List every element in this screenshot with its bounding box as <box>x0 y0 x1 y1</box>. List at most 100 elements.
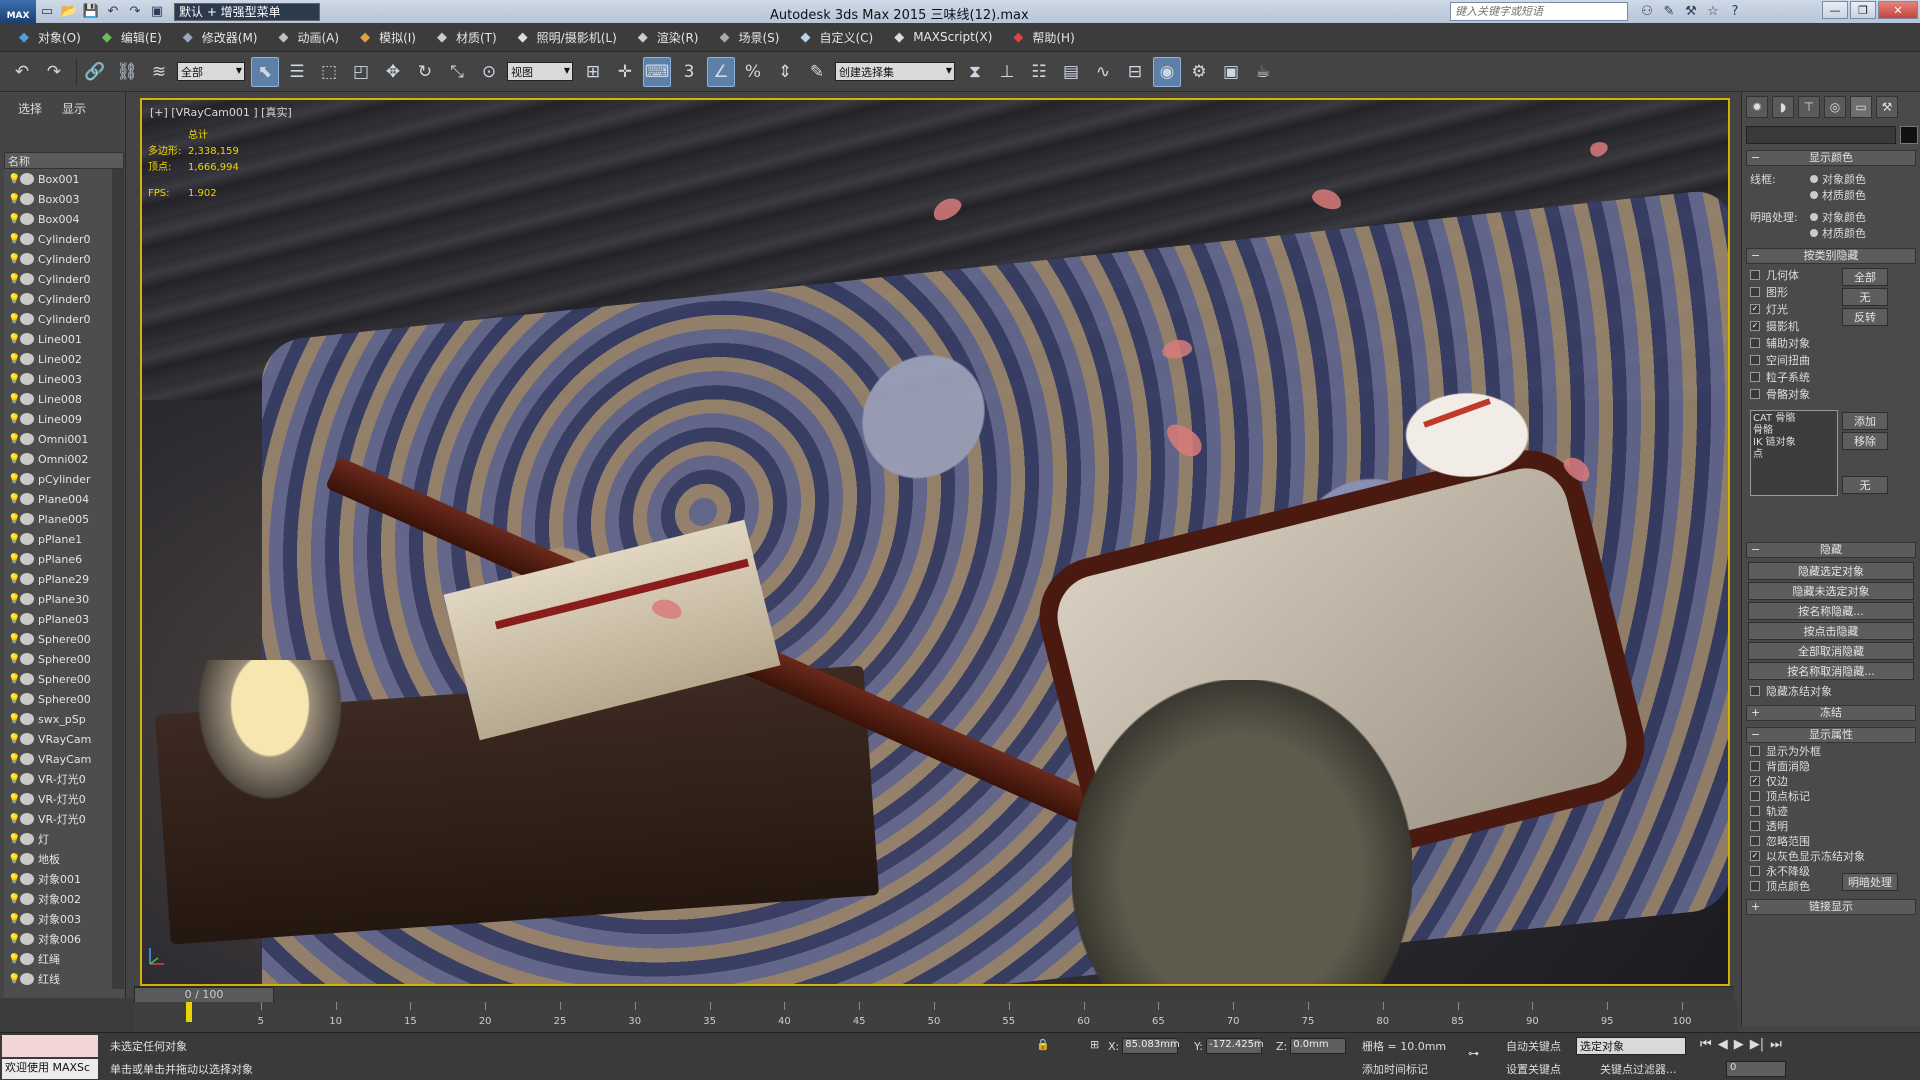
key-selection-dropdown[interactable]: 选定对象 <box>1576 1037 1686 1055</box>
visibility-icon[interactable]: 💡 <box>8 914 20 925</box>
visibility-icon[interactable]: 💡 <box>8 394 20 405</box>
goto-end-icon[interactable]: ⏭ <box>1770 1037 1782 1052</box>
visibility-icon[interactable]: 💡 <box>8 554 20 565</box>
tree-row[interactable]: 💡 VR-灯光0 <box>4 809 124 829</box>
goto-start-icon[interactable]: ⏮ <box>1700 1037 1712 1052</box>
tree-row[interactable]: 💡 Sphere00 <box>4 649 124 669</box>
open-file-icon[interactable]: 📂 <box>58 0 80 23</box>
named-selection-set-dropdown[interactable]: 创建选择集 <box>835 62 955 81</box>
menu-item[interactable]: ◆ 对象(O) <box>14 27 81 47</box>
visibility-icon[interactable]: 💡 <box>8 314 20 325</box>
menu-item[interactable]: ◆ 模拟(I) <box>355 27 416 47</box>
category-checkbox[interactable]: 骨骼对象 <box>1742 385 1920 402</box>
select-and-move-icon[interactable]: ✥ <box>379 57 407 87</box>
tree-row[interactable]: 💡 灯 <box>4 829 124 849</box>
visibility-icon[interactable]: 💡 <box>8 934 20 945</box>
visibility-icon[interactable]: 💡 <box>8 734 20 745</box>
redo-icon[interactable]: ↷ <box>124 0 146 23</box>
none-category-button[interactable]: 无 <box>1842 476 1888 494</box>
workspace-dropdown[interactable]: 默认 + 增强型菜单 <box>174 2 320 21</box>
display-property-checkbox[interactable]: ✓ 以灰色显示冻结对象 <box>1742 848 1920 863</box>
tree-row[interactable]: 💡 Line003 <box>4 369 124 389</box>
visibility-icon[interactable]: 💡 <box>8 594 20 605</box>
tree-row[interactable]: 💡 pPlane03 <box>4 609 124 629</box>
visibility-icon[interactable]: 💡 <box>8 614 20 625</box>
checkbox[interactable] <box>1750 805 1760 816</box>
category-checkbox[interactable]: 辅助对象 <box>1742 334 1920 351</box>
tree-row[interactable]: 💡 Omni001 <box>4 429 124 449</box>
play-icon[interactable]: ▶ <box>1734 1037 1744 1052</box>
add-time-tag-button[interactable]: 添加时间标记 <box>1362 1061 1428 1077</box>
tree-row[interactable]: 💡 Box003 <box>4 189 124 209</box>
visibility-icon[interactable]: 💡 <box>8 354 20 365</box>
checkbox[interactable]: ✓ <box>1750 850 1760 861</box>
visibility-icon[interactable]: 💡 <box>8 814 20 825</box>
tree-row[interactable]: 💡 Box004 <box>4 209 124 229</box>
help-icon[interactable]: ? <box>1724 0 1746 23</box>
display-color-rollout[interactable]: − 显示颜色 <box>1746 150 1916 166</box>
render-production-icon[interactable]: ☕ <box>1249 57 1277 87</box>
tree-row[interactable]: 💡 Line009 <box>4 409 124 429</box>
maximize-button[interactable]: ❐ <box>1850 1 1876 19</box>
set-key-button[interactable]: 设置关键点 <box>1506 1061 1561 1077</box>
tree-row[interactable]: 💡 地板 <box>4 849 124 869</box>
category-checkbox[interactable]: ✓ 摄影机 <box>1742 317 1920 334</box>
visibility-icon[interactable]: 💡 <box>8 494 20 505</box>
reference-coordinate-dropdown[interactable]: 视图 <box>507 62 573 81</box>
visibility-icon[interactable]: 💡 <box>8 174 20 185</box>
snaps-toggle-icon[interactable]: 3 <box>675 57 703 87</box>
display-properties-rollout[interactable]: − 显示属性 <box>1746 727 1916 743</box>
visibility-icon[interactable]: 💡 <box>8 774 20 785</box>
minimize-button[interactable]: — <box>1822 1 1848 19</box>
previous-frame-icon[interactable]: ◀ <box>1718 1037 1728 1052</box>
menu-item[interactable]: ◆ 编辑(E) <box>97 27 162 47</box>
menu-item[interactable]: ◆ 自定义(C) <box>795 27 873 47</box>
time-slider[interactable]: 0 / 100 <box>134 986 1734 1003</box>
freeze-rollout[interactable]: + 冻结 <box>1746 705 1916 721</box>
category-checkbox[interactable]: ✓ 灯光 <box>1742 300 1920 317</box>
unlink-icon[interactable]: ⛓ <box>113 57 141 87</box>
create-icon[interactable]: ✹ <box>1746 96 1768 118</box>
visibility-icon[interactable]: 💡 <box>8 754 20 765</box>
camera-viewport[interactable]: [+] [VRayCam001 ] [真实] 总计 多边形: 2,338,159… <box>140 98 1730 986</box>
menu-item[interactable]: ◆ 照明/摄影机(L) <box>513 27 617 47</box>
hierarchy-icon[interactable]: ⊤ <box>1798 96 1820 118</box>
category-checkbox[interactable]: 粒子系统 <box>1742 368 1920 385</box>
current-frame-marker[interactable] <box>186 1002 192 1022</box>
tree-scrollbar[interactable] <box>112 169 124 989</box>
visibility-icon[interactable]: 💡 <box>8 694 20 705</box>
select-and-scale-icon[interactable]: ⤡ <box>443 57 471 87</box>
category-checkbox[interactable]: 图形 <box>1742 283 1920 300</box>
tree-row[interactable]: 💡 swx_pSp <box>4 709 124 729</box>
tree-row[interactable]: 💡 VRayCam <box>4 729 124 749</box>
checkbox[interactable] <box>1750 337 1760 348</box>
x-field[interactable]: 85.083mm <box>1122 1038 1180 1054</box>
z-field[interactable]: 0.0mm <box>1290 1038 1347 1054</box>
checkbox[interactable] <box>1750 820 1760 831</box>
visibility-icon[interactable]: 💡 <box>8 334 20 345</box>
tree-row[interactable]: 💡 对象001 <box>4 869 124 889</box>
key-filters-button[interactable]: 关键点过滤器... <box>1600 1061 1677 1077</box>
tree-row[interactable]: 💡 VR-灯光0 <box>4 789 124 809</box>
tree-row[interactable]: 💡 Sphere00 <box>4 669 124 689</box>
maxscript-listener-mini[interactable] <box>2 1035 98 1057</box>
hide-rollout[interactable]: − 隐藏 <box>1746 542 1916 558</box>
maxscript-welcome[interactable]: 欢迎使用 MAXSc <box>2 1059 98 1079</box>
visibility-icon[interactable]: 💡 <box>8 294 20 305</box>
tree-row[interactable]: 💡 Cylinder0 <box>4 269 124 289</box>
checkbox[interactable]: ✓ <box>1750 775 1760 786</box>
hide-action-button[interactable]: 按名称隐藏... <box>1748 602 1914 620</box>
visibility-icon[interactable]: 💡 <box>8 954 20 965</box>
select-and-link-icon[interactable]: 🔗 <box>81 57 109 87</box>
tree-row[interactable]: 💡 Line001 <box>4 329 124 349</box>
tree-row[interactable]: 💡 Sphere00 <box>4 629 124 649</box>
schematic-view-icon[interactable]: ⊟ <box>1121 57 1149 87</box>
display-property-checkbox[interactable]: 透明 <box>1742 818 1920 833</box>
place-icon[interactable]: ⊙ <box>475 57 503 87</box>
tree-row[interactable]: 💡 对象002 <box>4 889 124 909</box>
visibility-icon[interactable]: 💡 <box>8 794 20 805</box>
pivot-center-icon[interactable]: ⊞ <box>579 57 607 87</box>
hide-frozen-checkbox[interactable]: 隐藏冻结对象 <box>1742 682 1920 699</box>
visibility-icon[interactable]: 💡 <box>8 654 20 665</box>
wireframe-object-color-radio[interactable]: 对象颜色 <box>1802 170 1866 187</box>
